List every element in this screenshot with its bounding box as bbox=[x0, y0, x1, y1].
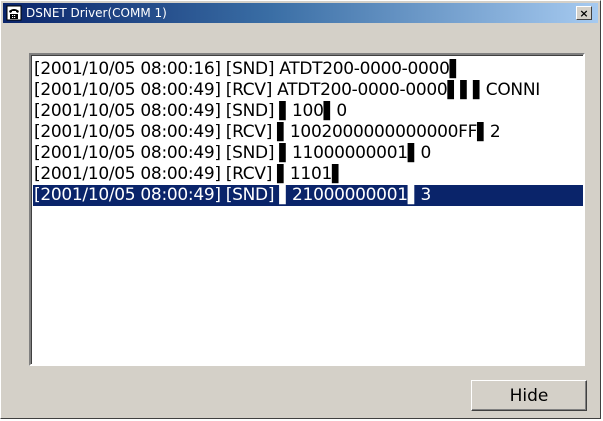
close-icon: × bbox=[579, 6, 589, 20]
log-row[interactable]: [2001/10/05 08:00:49] [RCV] ATDT200-0000… bbox=[33, 80, 583, 101]
close-button[interactable]: × bbox=[576, 6, 592, 20]
log-row[interactable]: [2001/10/05 08:00:49] [SND] ▌100▌0 bbox=[33, 101, 583, 122]
log-row[interactable]: [2001/10/05 08:00:49] [SND] ▌21000000001… bbox=[33, 185, 583, 206]
log-listbox[interactable]: [2001/10/05 08:00:16] [SND] ATDT200-0000… bbox=[29, 53, 585, 366]
title-bar[interactable]: DSNET Driver(COMM 1) × bbox=[3, 3, 598, 23]
dialog-window: DSNET Driver(COMM 1) × [2001/10/05 08:00… bbox=[0, 0, 601, 419]
hide-button[interactable]: Hide bbox=[471, 380, 587, 411]
log-row[interactable]: [2001/10/05 08:00:49] [RCV] ▌10020000000… bbox=[33, 122, 583, 143]
log-row[interactable]: [2001/10/05 08:00:16] [SND] ATDT200-0000… bbox=[33, 59, 583, 80]
window-title: DSNET Driver(COMM 1) bbox=[26, 6, 167, 20]
telephone-icon bbox=[6, 5, 22, 21]
log-row[interactable]: [2001/10/05 08:00:49] [RCV] ▌1101▌ bbox=[33, 164, 583, 185]
log-row[interactable]: [2001/10/05 08:00:49] [SND] ▌11000000001… bbox=[33, 143, 583, 164]
